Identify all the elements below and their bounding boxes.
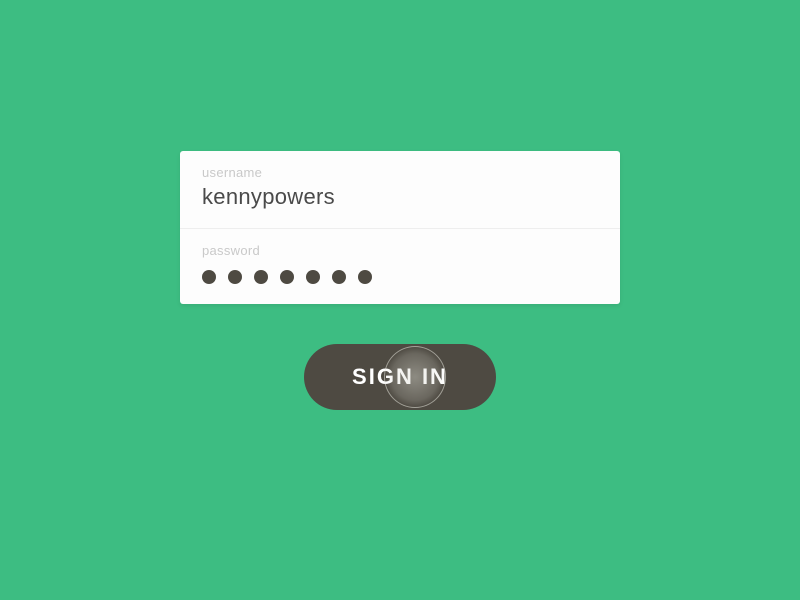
password-input[interactable]	[202, 262, 598, 286]
signin-button[interactable]: SIGN IN	[304, 344, 496, 410]
username-label: username	[202, 165, 598, 180]
password-dot	[306, 270, 320, 284]
username-field: username	[180, 151, 620, 228]
signin-button-label: SIGN IN	[352, 364, 448, 389]
password-dot	[358, 270, 372, 284]
password-dot	[280, 270, 294, 284]
password-label: password	[202, 243, 598, 258]
password-dot	[202, 270, 216, 284]
password-dot	[332, 270, 346, 284]
password-field: password	[180, 228, 620, 304]
login-card: username password	[180, 151, 620, 304]
username-input[interactable]	[202, 184, 598, 210]
password-dot	[254, 270, 268, 284]
password-dot	[228, 270, 242, 284]
signin-wrap: SIGN IN	[304, 344, 496, 410]
